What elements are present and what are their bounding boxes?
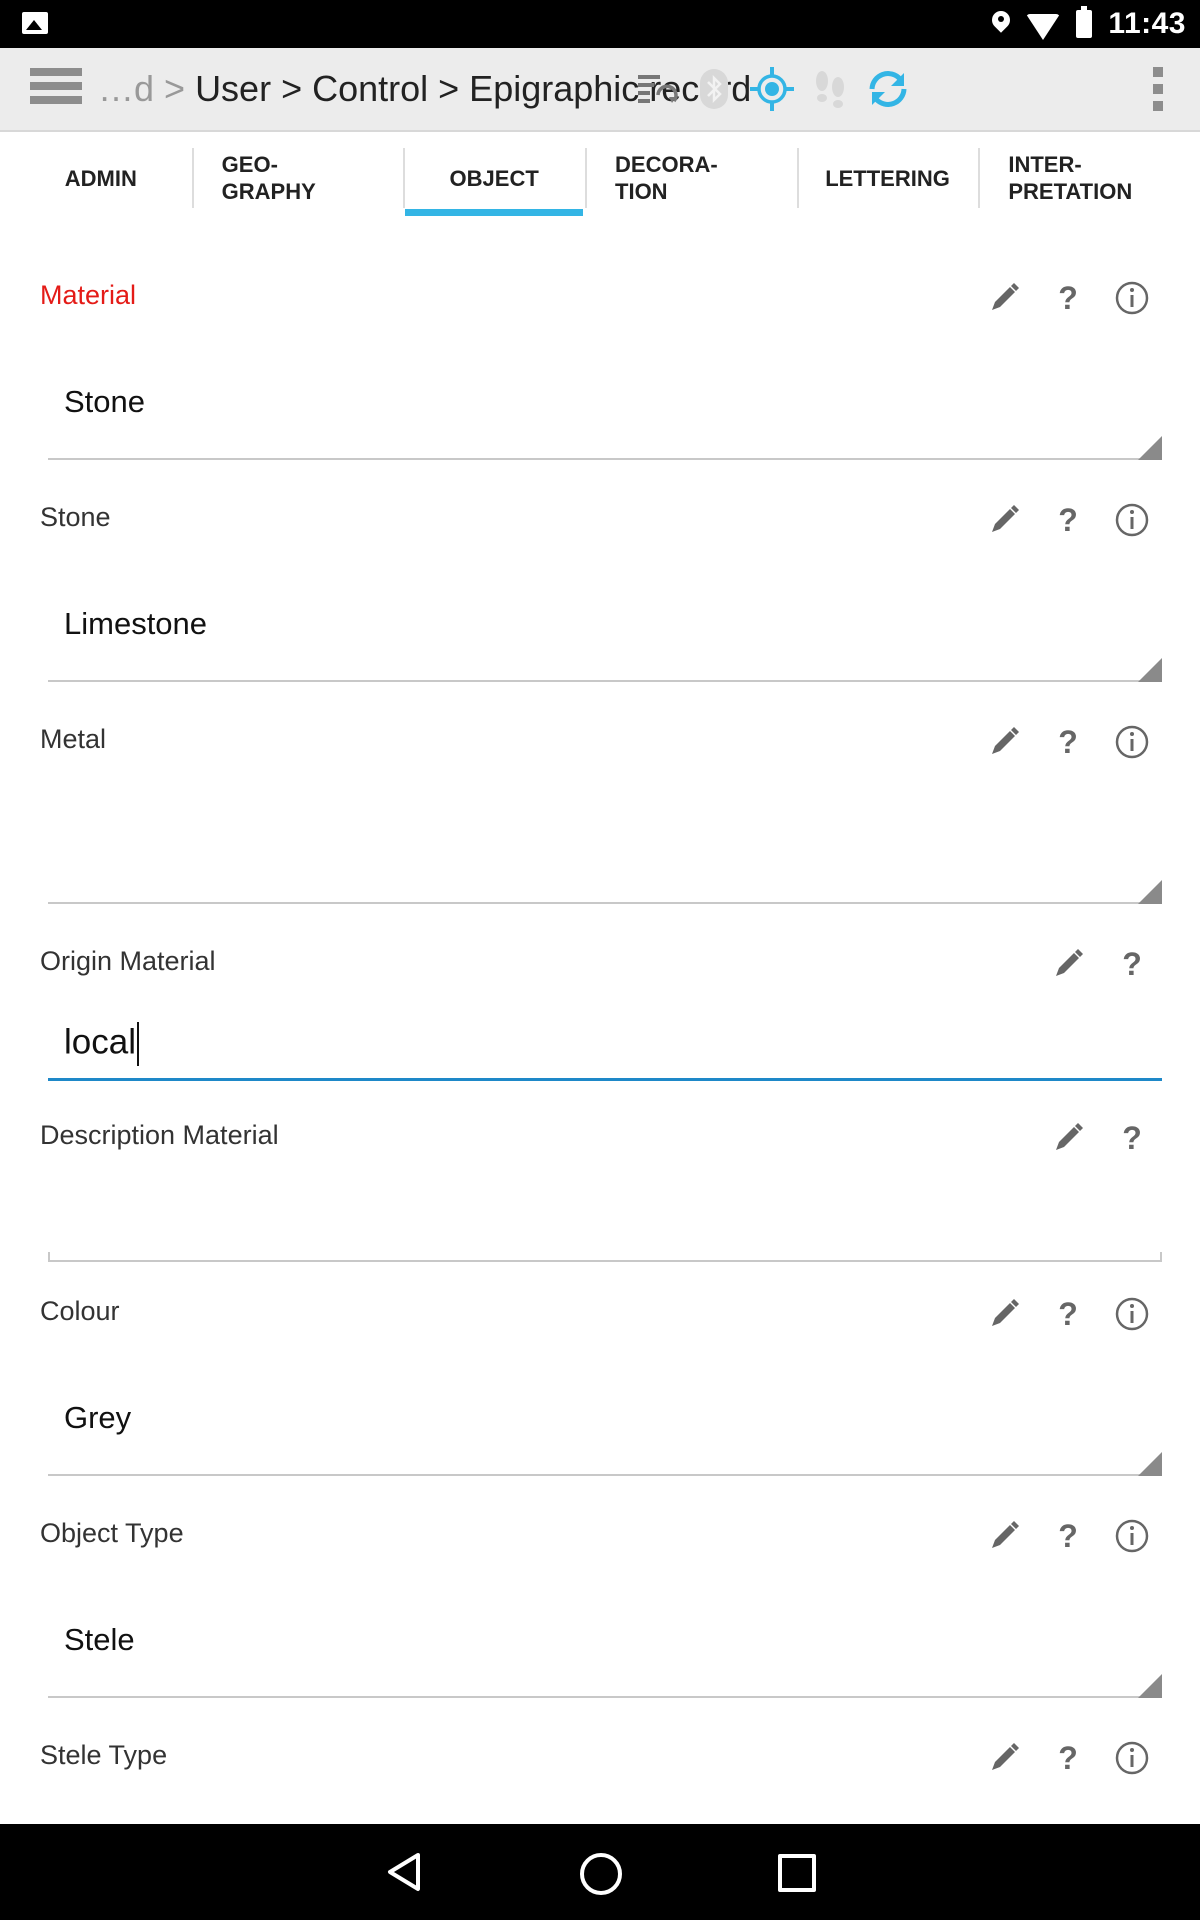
tab-geography[interactable]: GEO- GRAPHY (191, 140, 404, 216)
help-icon[interactable]: ? (1044, 1290, 1092, 1338)
field-label: Material (40, 280, 137, 310)
footsteps-icon[interactable] (806, 65, 854, 113)
help-icon[interactable]: ? (1044, 1734, 1092, 1782)
wifi-icon (1026, 14, 1061, 40)
dropdown-value[interactable]: Grey (64, 1400, 131, 1436)
tab-bar: ADMIN GEO- GRAPHY OBJECT DECORA- TION LE… (10, 140, 1190, 219)
dropdown-arrow-icon[interactable] (1138, 1452, 1162, 1476)
origin-material-input[interactable]: local (64, 1022, 139, 1066)
status-clock: 11:43 (1108, 7, 1186, 40)
field-label: Origin Material (40, 946, 216, 976)
menu-icon[interactable] (30, 68, 82, 108)
help-icon[interactable]: ? (1044, 274, 1092, 322)
edit-pencil-icon[interactable] (1044, 940, 1092, 988)
help-icon[interactable]: ? (1108, 940, 1156, 988)
overflow-menu-icon[interactable] (1134, 65, 1182, 113)
tab-admin[interactable]: ADMIN (10, 140, 192, 216)
text-cursor (136, 1022, 139, 1066)
field-label: Object Type (40, 1518, 184, 1548)
dropdown-value[interactable]: Stone (64, 384, 145, 420)
info-icon[interactable] (1108, 496, 1156, 544)
info-icon[interactable] (1108, 1734, 1156, 1782)
navigation-bar (0, 1824, 1200, 1920)
edit-pencil-icon[interactable] (980, 1290, 1028, 1338)
form-content: Material ? Stone Stone ? Limestone Metal… (10, 216, 1190, 1824)
dropdown-arrow-icon[interactable] (1138, 658, 1162, 682)
field-label: Stele Type (40, 1740, 168, 1770)
tab-object[interactable]: OBJECT (403, 140, 585, 219)
edit-pencil-icon[interactable] (980, 496, 1028, 544)
gps-icon[interactable] (748, 65, 796, 113)
edit-pencil-icon[interactable] (980, 1734, 1028, 1782)
help-icon[interactable]: ? (1044, 496, 1092, 544)
dropdown-arrow-icon[interactable] (1138, 436, 1162, 460)
field-label: Colour (40, 1296, 120, 1326)
help-icon[interactable]: ? (1108, 1114, 1156, 1162)
edit-pencil-icon[interactable] (980, 274, 1028, 322)
tab-interpretation[interactable]: INTER- PRETATION (978, 140, 1190, 216)
tab-decoration[interactable]: DECORA- TION (585, 140, 797, 216)
dropdown-arrow-icon[interactable] (1138, 880, 1162, 904)
help-icon[interactable]: ? (1044, 718, 1092, 766)
recent-apps-icon[interactable] (778, 1854, 816, 1892)
edit-pencil-icon[interactable] (1044, 1114, 1092, 1162)
edit-pencil-icon[interactable] (980, 1512, 1028, 1560)
action-bar: …d > User > Control > Epigraphic record (0, 48, 1200, 132)
location-icon (992, 11, 1010, 37)
field-label: Metal (40, 724, 107, 754)
field-label: Stone (40, 502, 111, 532)
info-icon[interactable] (1108, 274, 1156, 322)
info-icon[interactable] (1108, 1290, 1156, 1338)
bluetooth-icon[interactable] (690, 65, 738, 113)
breadcrumb-prefix: …d > (98, 68, 186, 109)
battery-icon (1076, 6, 1093, 38)
sync-list-icon[interactable] (632, 65, 680, 113)
home-icon[interactable] (580, 1853, 622, 1895)
dropdown-arrow-icon[interactable] (1138, 1674, 1162, 1698)
edit-pencil-icon[interactable] (980, 718, 1028, 766)
back-icon[interactable] (384, 1851, 424, 1893)
refresh-icon[interactable] (864, 65, 912, 113)
info-icon[interactable] (1108, 1512, 1156, 1560)
info-icon[interactable] (1108, 718, 1156, 766)
gallery-notification-icon (22, 12, 48, 34)
status-bar: 11:43 (0, 0, 1200, 48)
dropdown-value[interactable]: Limestone (64, 606, 207, 642)
field-label: Description Material (40, 1120, 279, 1150)
dropdown-value[interactable]: Stele (64, 1622, 135, 1658)
tab-lettering[interactable]: LETTERING (796, 140, 979, 216)
help-icon[interactable]: ? (1044, 1512, 1092, 1560)
